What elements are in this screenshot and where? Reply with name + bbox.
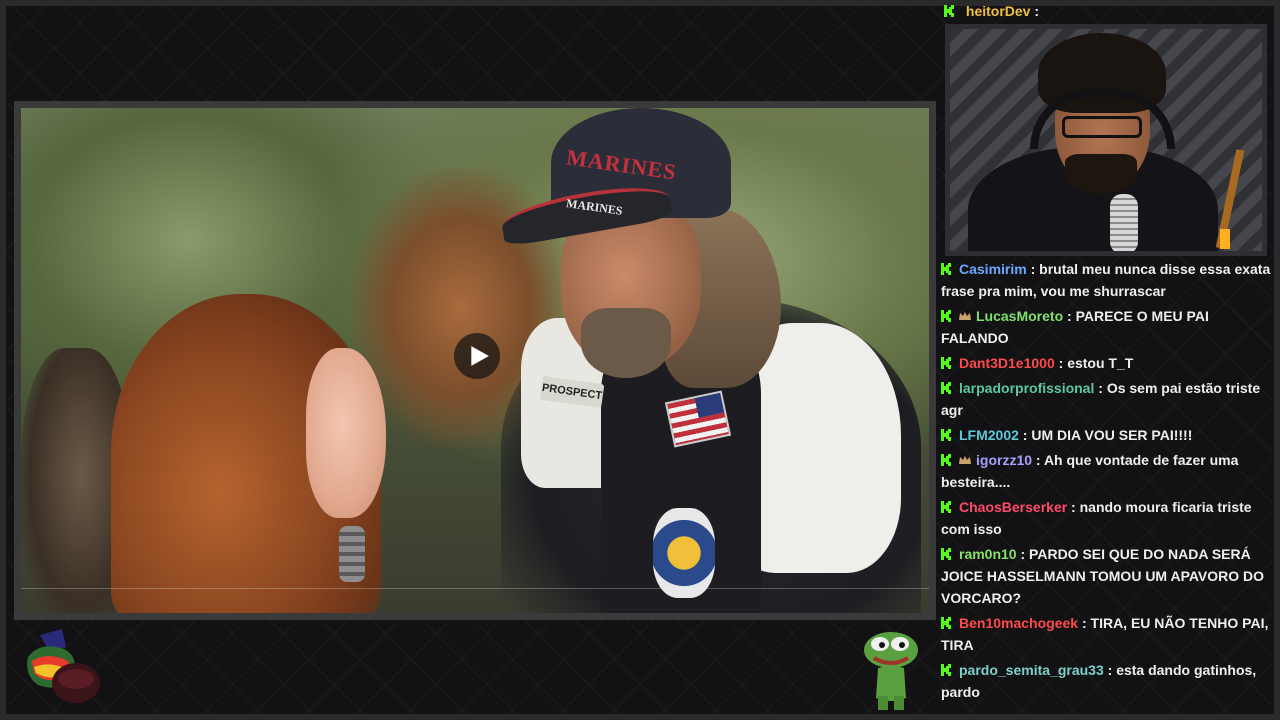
kick-icon bbox=[941, 664, 951, 676]
chat-username[interactable]: Dant3D1e1000 bbox=[959, 355, 1055, 371]
video-frame: MARINES MARINES PROSPECT bbox=[21, 108, 929, 613]
chat-message: pardo_semita_grau33 : esta dando gatinho… bbox=[937, 659, 1275, 706]
video-player[interactable]: MARINES MARINES PROSPECT bbox=[14, 101, 936, 620]
kick-icon bbox=[941, 454, 951, 466]
chat-message-text: UM DIA VOU SER PAI!!!! bbox=[1031, 427, 1193, 443]
chat-message: Casimirim : brutal meu nunca disse essa … bbox=[937, 258, 1275, 305]
chat-username[interactable]: LFM2002 bbox=[959, 427, 1019, 443]
round-patch bbox=[653, 508, 715, 598]
play-button[interactable] bbox=[454, 333, 500, 379]
kick-icon bbox=[941, 429, 951, 441]
chat-username[interactable]: Ben10machogeek bbox=[959, 615, 1078, 631]
chat-message-text: estou T_T bbox=[1067, 355, 1134, 371]
glasses bbox=[1062, 116, 1142, 138]
chat-separator: : bbox=[1032, 452, 1044, 468]
kick-icon bbox=[941, 617, 951, 629]
streamer-beard bbox=[1065, 154, 1137, 194]
chat-username[interactable]: LucasMoreto bbox=[976, 308, 1063, 324]
chat-username[interactable]: igorzz10 bbox=[976, 452, 1032, 468]
bracelet bbox=[339, 526, 365, 582]
chat-separator: : bbox=[1054, 355, 1068, 371]
chat-separator: : bbox=[1103, 662, 1117, 678]
chat-message: ChaosBerserker : nando moura ficaria tri… bbox=[937, 496, 1275, 543]
chat-separator: : bbox=[1026, 261, 1040, 277]
kick-icon bbox=[941, 382, 951, 394]
chat-panel[interactable]: Casimirim : brutal meu nunca disse essa … bbox=[937, 258, 1275, 720]
man-beard bbox=[581, 308, 671, 378]
channel-logo-sticker bbox=[20, 627, 102, 707]
chat-message: Ben10machogeek : TIRA, EU NÃO TENHO PAI,… bbox=[937, 612, 1275, 659]
chat-separator: : bbox=[1094, 380, 1107, 396]
kick-icon bbox=[941, 357, 951, 369]
chat-username[interactable]: larpadorprofissional bbox=[959, 380, 1094, 396]
woman-face bbox=[306, 348, 386, 518]
progress-bar[interactable] bbox=[21, 588, 929, 589]
kick-icon bbox=[944, 5, 954, 17]
chat-username[interactable]: ChaosBerserker bbox=[959, 499, 1067, 515]
kick-icon bbox=[941, 501, 951, 513]
chat-username[interactable]: Casimirim bbox=[959, 261, 1027, 277]
chat-separator: : bbox=[1018, 427, 1032, 443]
chat-message: LucasMoreto : PARECE O MEU PAI FALANDO bbox=[937, 305, 1275, 352]
kick-icon bbox=[941, 548, 951, 560]
chat-separator: : bbox=[1016, 546, 1030, 562]
chat-message: LFM2002 : UM DIA VOU SER PAI!!!! bbox=[937, 424, 1275, 449]
kick-icon bbox=[941, 263, 951, 275]
chat-message: igorzz10 : Ah que vontade de fazer uma b… bbox=[937, 449, 1275, 496]
chat-top-partial-message: heitorDev : bbox=[940, 0, 1278, 22]
chat-message: Dant3D1e1000 : estou T_T bbox=[937, 352, 1275, 377]
pepe-frog-sticker bbox=[860, 628, 922, 712]
chat-separator: : bbox=[1063, 308, 1076, 324]
light-tip bbox=[1220, 229, 1230, 249]
chat-username[interactable]: ram0n10 bbox=[959, 546, 1017, 562]
chat-username[interactable]: heitorDev bbox=[966, 3, 1031, 19]
chat-separator: : bbox=[1067, 499, 1080, 515]
subscriber-badge-icon bbox=[959, 312, 971, 320]
microphone bbox=[1110, 194, 1138, 251]
webcam-overlay bbox=[945, 24, 1267, 256]
chat-message: larpadorprofissional : Os sem pai estão … bbox=[937, 377, 1275, 424]
play-icon bbox=[471, 346, 489, 366]
chat-message: ram0n10 : PARDO SEI QUE DO NADA SERÁ JOI… bbox=[937, 543, 1275, 612]
chat-username[interactable]: pardo_semita_grau33 bbox=[959, 662, 1104, 678]
chat-separator: : bbox=[1078, 615, 1091, 631]
kick-icon bbox=[941, 310, 951, 322]
subscriber-badge-icon bbox=[959, 456, 971, 464]
